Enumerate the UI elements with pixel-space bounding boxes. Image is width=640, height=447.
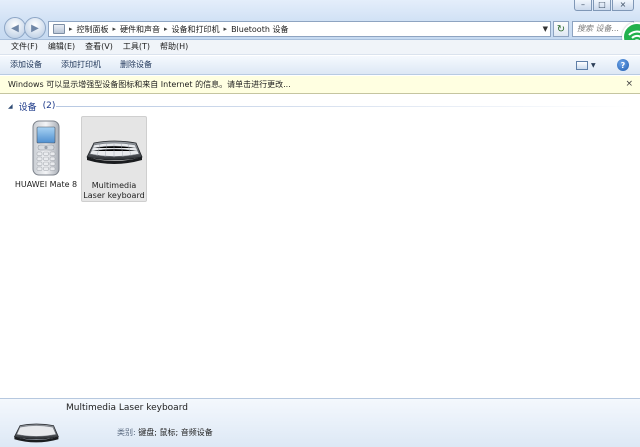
minimize-button[interactable]: – — [574, 0, 592, 11]
breadcrumb-hardware-sound[interactable]: 硬件和声音 — [120, 24, 160, 35]
refresh-icon: ↻ — [556, 23, 566, 35]
collapse-caret-icon[interactable]: ◢ — [8, 103, 13, 110]
device-multimedia-laser-keyboard[interactable]: Multimedia Laser keyboard — [81, 116, 147, 202]
menu-file[interactable]: 文件(F) — [6, 40, 43, 54]
menu-help[interactable]: 帮助(H) — [155, 40, 193, 54]
keyboard-icon — [86, 140, 143, 164]
group-divider — [56, 106, 632, 107]
title-bar: – □ × ◀ ▶ ▸ 控制面板 ▸ 硬件和声音 ▸ 设备和打印机 ▸ Blue… — [0, 0, 640, 40]
remove-device-button[interactable]: 删除设备 — [120, 56, 152, 74]
close-icon[interactable]: × — [625, 79, 633, 89]
keyboard-icon — [13, 423, 59, 443]
view-icon — [576, 61, 588, 70]
add-device-button[interactable]: 添加设备 — [10, 56, 42, 74]
breadcrumb-separator-icon: ▸ — [223, 25, 228, 33]
device-label: HUAWEI Mate 8 — [14, 180, 78, 189]
help-icon: ? — [620, 60, 626, 70]
group-header[interactable]: ◢ 设备 (2) — [8, 100, 56, 113]
back-button[interactable]: ◀ — [4, 17, 26, 39]
forward-button[interactable]: ▶ — [24, 17, 46, 39]
device-huawei-mate-8[interactable]: HUAWEI Mate 8 — [13, 116, 79, 202]
device-label: Multimedia Laser keyboard — [83, 181, 145, 200]
breadcrumb-separator-icon: ▸ — [164, 25, 168, 33]
details-device-name: Multimedia Laser keyboard — [66, 403, 188, 413]
menu-bar: 文件(F) 编辑(E) 查看(V) 工具(T) 帮助(H) — [0, 40, 640, 55]
change-view-button[interactable]: ▼ — [576, 59, 604, 72]
menu-tools[interactable]: 工具(T) — [118, 40, 155, 54]
breadcrumb-separator-icon: ▸ — [69, 25, 73, 33]
control-panel-icon — [53, 24, 65, 34]
add-printer-button[interactable]: 添加打印机 — [61, 56, 101, 74]
refresh-button[interactable]: ↻ — [553, 21, 569, 37]
address-bar[interactable]: ▸ 控制面板 ▸ 硬件和声音 ▸ 设备和打印机 ▸ Bluetooth 设备 ▼ — [48, 21, 551, 37]
info-bar-message: Windows 可以显示增强型设备图标和来自 Internet 的信息。请单击进… — [8, 80, 291, 89]
window-controls: – □ × — [574, 0, 634, 11]
breadcrumb-devices-printers[interactable]: 设备和打印机 — [172, 24, 220, 35]
group-title: 设备 — [18, 102, 37, 113]
maximize-button[interactable]: □ — [593, 0, 611, 11]
details-pane: Multimedia Laser keyboard 类别: 键盘; 鼠标; 音频… — [0, 398, 640, 447]
breadcrumb-separator-icon: ▸ — [112, 25, 117, 33]
breadcrumb-control-panel[interactable]: 控制面板 — [77, 24, 109, 35]
details-category-value: 键盘; 鼠标; 音频设备 — [138, 428, 213, 437]
breadcrumb-bluetooth-devices[interactable]: Bluetooth 设备 — [231, 24, 288, 35]
address-dropdown-icon[interactable]: ▼ — [543, 25, 548, 33]
forward-arrow-icon: ▶ — [31, 22, 39, 34]
help-button[interactable]: ? — [617, 59, 629, 71]
menu-edit[interactable]: 编辑(E) — [43, 40, 80, 54]
chevron-down-icon: ▼ — [591, 62, 596, 69]
search-placeholder: 搜索 设备... — [577, 24, 620, 33]
mobile-phone-icon — [32, 120, 60, 176]
details-category-label: 类别: — [117, 428, 136, 437]
info-bar[interactable]: Windows 可以显示增强型设备图标和来自 Internet 的信息。请单击进… — [0, 76, 640, 94]
close-button[interactable]: × — [612, 0, 634, 11]
group-count: (2) — [42, 101, 56, 111]
details-category: 类别: 键盘; 鼠标; 音频设备 — [117, 427, 213, 438]
menu-view[interactable]: 查看(V) — [80, 40, 118, 54]
back-arrow-icon: ◀ — [11, 22, 19, 34]
command-bar: 添加设备 添加打印机 删除设备 — [0, 56, 640, 75]
